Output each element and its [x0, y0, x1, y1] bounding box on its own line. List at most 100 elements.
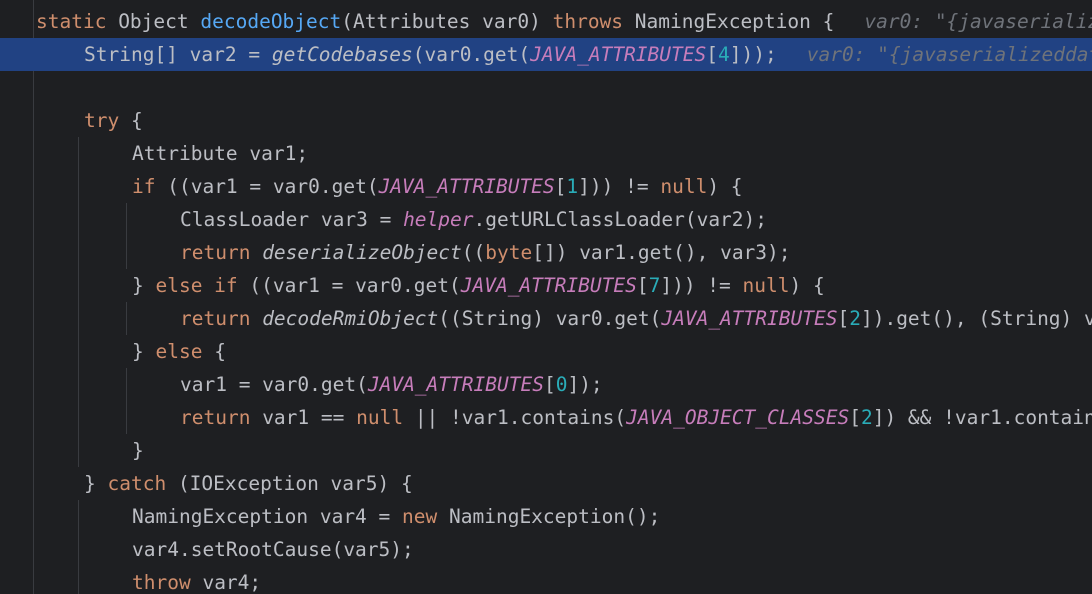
number-token: 7 [648, 274, 661, 297]
indent-guide [78, 434, 79, 467]
indent-guide [126, 203, 127, 236]
keyword-token: return [180, 241, 263, 264]
static-field-token: JAVA_ATTRIBUTES [460, 274, 637, 297]
indent-guide [78, 170, 79, 203]
code-line[interactable]: try { [0, 104, 1092, 137]
code-text: return decodeRmiObject((String) var0.get… [180, 302, 1092, 335]
code-token: ) { [789, 274, 825, 297]
code-text: return var1 == null || !var1.contains(JA… [180, 401, 1092, 434]
code-line[interactable]: } else if ((var1 = var0.get(JAVA_ATTRIBU… [0, 269, 1092, 302]
number-token: 2 [849, 307, 861, 330]
code-line[interactable]: if ((var1 = var0.get(JAVA_ATTRIBUTES[1])… [0, 170, 1092, 203]
indent-guide [78, 368, 79, 401]
keyword-token: return [180, 406, 263, 429]
code-text: NamingException var4 = new NamingExcepti… [132, 500, 660, 533]
number-token: 2 [860, 406, 873, 429]
indent-guide [78, 203, 79, 236]
code-line[interactable]: } [0, 434, 1092, 467]
static-call-token: deserializeObject [262, 241, 462, 264]
indent-guide [126, 236, 127, 269]
static-field-token: JAVA_ATTRIBUTES [530, 43, 707, 66]
code-token: var1 == [262, 406, 357, 429]
code-token: NamingException { [634, 10, 835, 33]
indent-guide [78, 302, 79, 335]
code-text: var1 = var0.get(JAVA_ATTRIBUTES[0]); [180, 368, 603, 401]
code-line[interactable]: var1 = var0.get(JAVA_ATTRIBUTES[0]); [0, 368, 1092, 401]
code-line[interactable] [0, 71, 1092, 104]
code-token: [ [706, 43, 718, 66]
code-text: } else { [132, 335, 226, 368]
static-field-token: JAVA_ATTRIBUTES [367, 373, 544, 396]
code-line[interactable]: Attribute var1; [0, 137, 1092, 170]
indent-guide [78, 335, 79, 368]
code-token: Attribute var1; [132, 142, 309, 165]
static-call-token: getCodebases [271, 43, 413, 66]
code-token: [ [849, 406, 861, 429]
code-token: ) { [707, 175, 743, 198]
code-text: } [132, 434, 144, 467]
code-line[interactable]: return var1 == null || !var1.contains(JA… [0, 401, 1092, 434]
number-token: 1 [566, 175, 579, 198]
code-token: { [130, 109, 143, 132]
code-token: ])); [729, 43, 777, 66]
code-text: Attribute var1; [132, 137, 308, 170]
code-token: ClassLoader var3 = [180, 208, 404, 231]
code-token: (var0.get( [412, 43, 531, 66]
static-field-token: helper [403, 208, 474, 231]
keyword-token: else [155, 340, 215, 363]
keyword-token: static [36, 10, 119, 33]
code-line[interactable]: } catch (IOException var5) { [0, 467, 1092, 500]
indent-guide [126, 368, 127, 401]
code-line[interactable]: ClassLoader var3 = helper.getURLClassLoa… [0, 203, 1092, 236]
code-line[interactable]: static Object decodeObject(Attributes va… [0, 5, 1092, 38]
indent-guide [78, 533, 79, 566]
indent-guide [78, 236, 79, 269]
code-line[interactable]: var4.setRootCause(var5); [0, 533, 1092, 566]
code-token: ])) != [578, 175, 661, 198]
code-text: static Object decodeObject(Attributes va… [36, 5, 1092, 38]
code-token: ])) != [660, 274, 743, 297]
indent-guide [78, 401, 79, 434]
code-token: ((String) var0.get( [438, 307, 662, 330]
code-token: var1 = var0.get( [180, 373, 368, 396]
static-field-token: JAVA_OBJECT_CLASSES [626, 406, 850, 429]
code-token: (Attributes var0) [341, 10, 553, 33]
code-token: ]).get(), (String) var0.get( [860, 307, 1092, 330]
keyword-token: catch [107, 472, 178, 495]
code-token: var4.setRootCause(var5); [132, 538, 414, 561]
code-text: } else if ((var1 = var0.get(JAVA_ATTRIBU… [132, 269, 825, 302]
code-text: var4.setRootCause(var5); [132, 533, 414, 566]
code-line[interactable]: return decodeRmiObject((String) var0.get… [0, 302, 1092, 335]
code-text: try { [84, 104, 143, 137]
code-token: Object [118, 10, 201, 33]
code-text: if ((var1 = var0.get(JAVA_ATTRIBUTES[1])… [132, 170, 743, 203]
code-token: [ [636, 274, 649, 297]
code-token: { [214, 340, 226, 363]
keyword-token: new [402, 505, 449, 528]
code-token: []) var1.get(), var3); [532, 241, 791, 264]
code-token: NamingException(); [449, 505, 661, 528]
indent-guide [78, 137, 79, 170]
keyword-token: else if [155, 274, 250, 297]
keyword-token: return [180, 307, 263, 330]
code-editor[interactable]: static Object decodeObject(Attributes va… [0, 0, 1092, 594]
code-token: ]) && !var1.contains( [872, 406, 1092, 429]
keyword-token: if [132, 175, 168, 198]
code-line[interactable]: } else { [0, 335, 1092, 368]
code-text: throw var4; [132, 566, 261, 594]
keyword-token: throws [552, 10, 635, 33]
static-field-token: JAVA_ATTRIBUTES [661, 307, 838, 330]
code-line-current[interactable]: String[] var2 = getCodebases(var0.get(JA… [0, 38, 1092, 71]
code-text: String[] var2 = getCodebases(var0.get(JA… [84, 38, 1092, 71]
code-line[interactable]: return deserializeObject((byte[]) var1.g… [0, 236, 1092, 269]
code-token: var4; [202, 571, 262, 594]
code-text: return deserializeObject((byte[]) var1.g… [180, 236, 791, 269]
indent-guide [126, 302, 127, 335]
code-token: ((var1 = var0.get( [249, 274, 461, 297]
keyword-token: null [356, 406, 415, 429]
code-line[interactable]: NamingException var4 = new NamingExcepti… [0, 500, 1092, 533]
static-field-token: JAVA_ATTRIBUTES [378, 175, 555, 198]
code-token: NamingException var4 = [132, 505, 403, 528]
code-token: (( [461, 241, 486, 264]
code-line[interactable]: throw var4; [0, 566, 1092, 594]
